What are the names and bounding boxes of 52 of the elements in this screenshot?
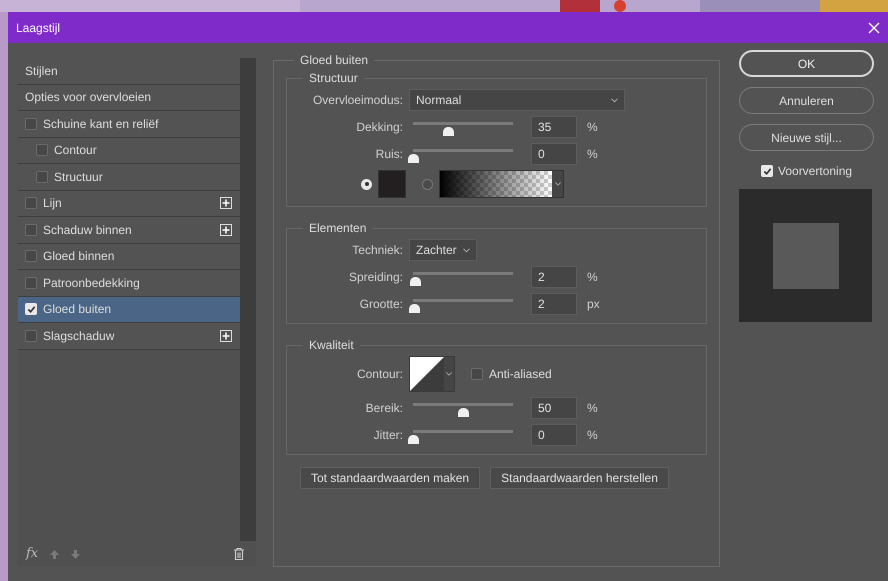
number-field[interactable]: 35 [531,116,577,138]
unit-label: % [587,427,598,444]
field-label: Jitter: [372,427,403,444]
group-title: Gloed buiten [299,52,370,69]
fx-button[interactable]: fx [26,544,38,564]
number-field[interactable]: 50 [531,397,577,419]
item-label: Opties voor overvloeien [25,89,152,106]
item-label: Schaduw binnen [43,222,133,239]
sidebar-item[interactable]: Contour [18,138,240,164]
sidebar-item[interactable]: Opties voor overvloeien [18,84,240,111]
dialog-button[interactable]: Annuleren [739,87,874,114]
number-field[interactable]: 2 [531,266,577,288]
unit-label: % [587,146,598,163]
item-label: Patroonbedekking [43,274,141,292]
action-button[interactable]: Tot standaardwaarden maken [300,467,480,489]
checkbox-label: Anti-aliased [489,366,552,383]
field-label: Grootte: [358,296,403,313]
unit-label: % [587,119,598,136]
sidebar-item[interactable]: Gloed binnen [18,244,240,270]
section-title: Elementen [308,220,368,237]
item-label: Gloed buiten [43,301,112,318]
item-label: Stijlen [25,62,58,80]
unit-label: % [587,269,598,286]
dropdown[interactable]: Normaal [409,89,625,111]
field-label: Dekking: [355,119,403,136]
number-field[interactable]: 0 [531,424,577,446]
unit-label: % [587,400,598,417]
dropdown[interactable]: Zachter [409,239,477,261]
section-title: Structuur [308,70,359,87]
number-field[interactable]: 2 [531,293,577,315]
item-label: Contour [54,142,98,160]
item-label: Lijn [43,195,63,212]
sidebar-item[interactable]: Gloed buiten [18,296,240,323]
field-label: Techniek: [351,242,403,259]
field-label: Ruis: [374,146,403,163]
item-label: Gloed binnen [43,248,116,266]
unit-label: px [587,296,600,313]
item-label: Schuine kant en reliëf [43,116,160,133]
section-title: Kwaliteit [308,337,355,354]
dialog-button[interactable]: Nieuwe stijl... [739,124,874,151]
field-label: Bereik: [364,400,403,417]
dialog-button[interactable]: OK [739,50,874,77]
field-label: Overvloeimodus: [312,92,403,109]
window-title: Laagstijl [16,20,60,36]
checkbox-label: Voorvertoning [778,163,852,180]
action-button[interactable]: Standaardwaarden herstellen [490,467,669,489]
sidebar-item[interactable]: Lijn [18,190,240,217]
item-label: Structuur [54,168,104,186]
field-label: Contour: [356,366,403,383]
item-label: Slagschaduw [43,328,116,345]
number-field[interactable]: 0 [531,143,577,165]
field-label: Spreiding: [348,269,403,286]
